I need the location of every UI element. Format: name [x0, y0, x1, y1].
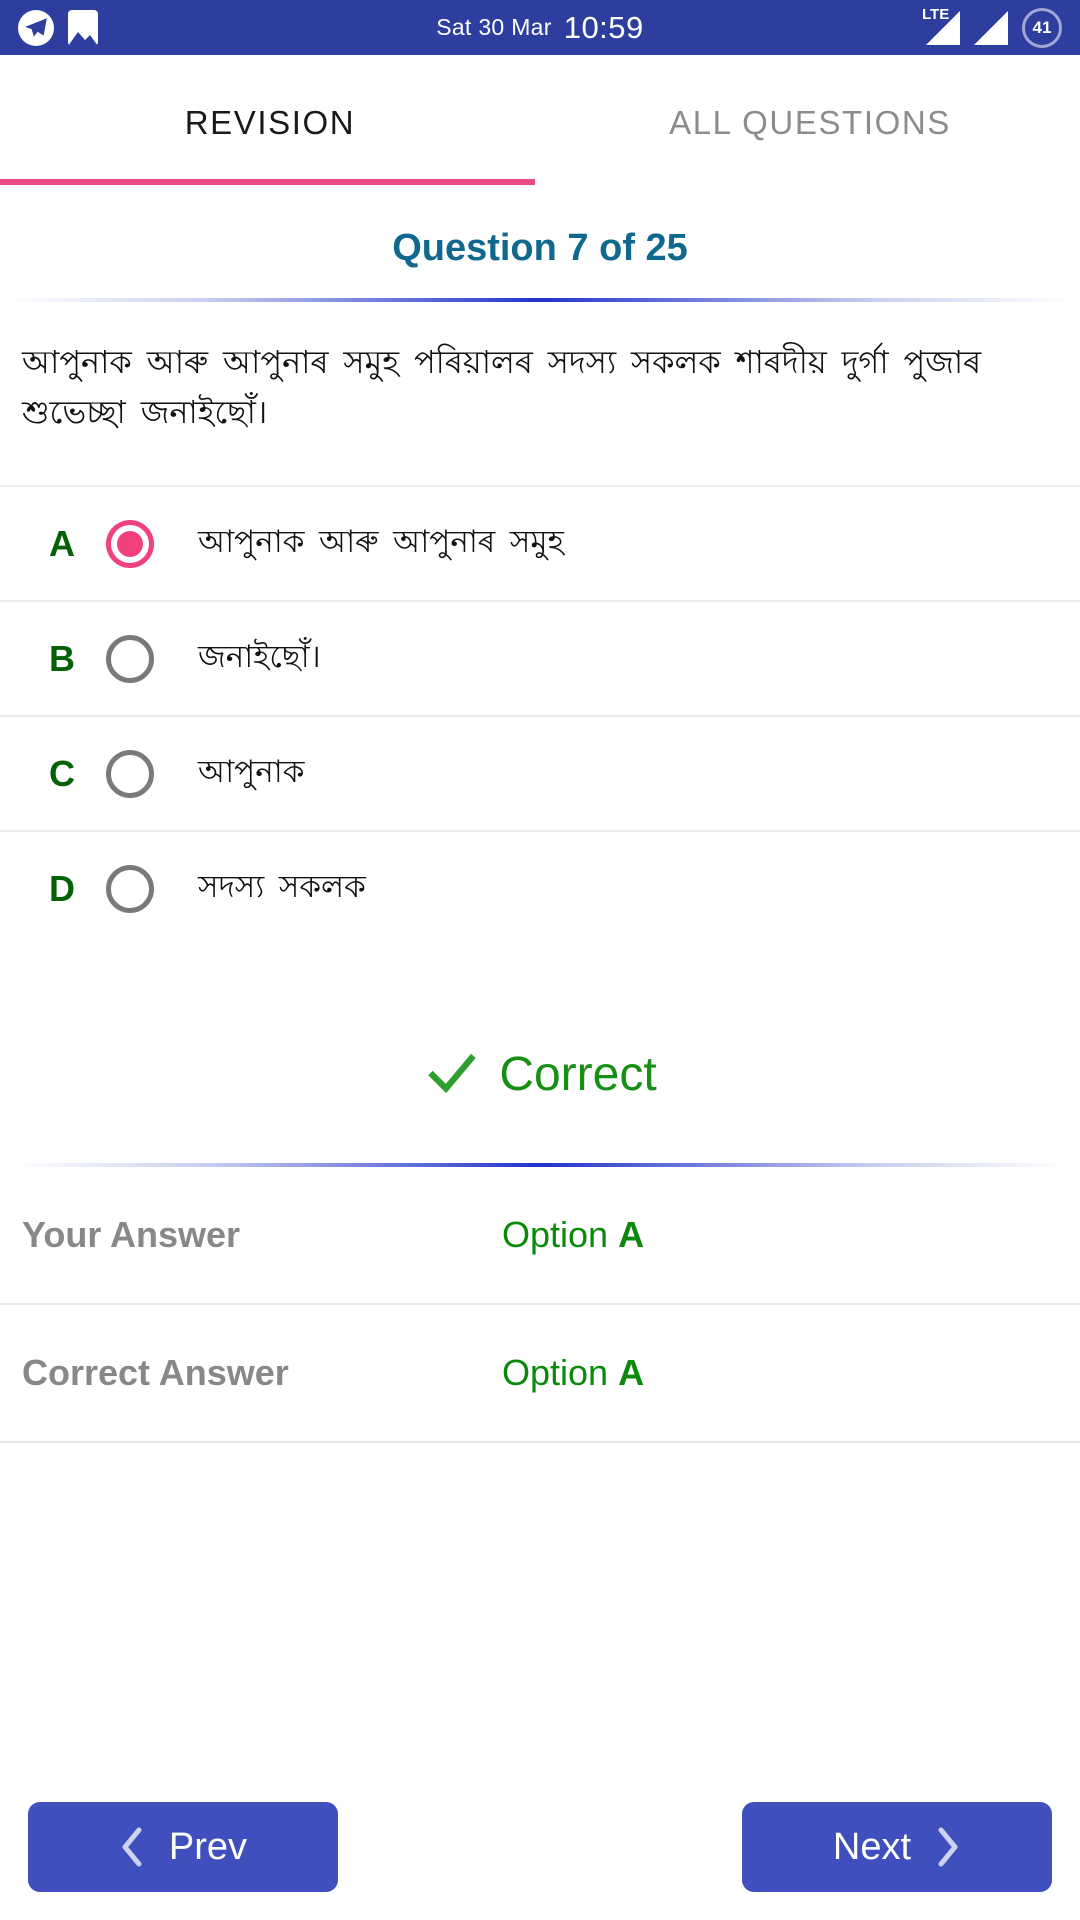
question-text: আপুনাক আৰু আপুনাৰ সমুহ পৰিয়ালৰ সদস্য সক…: [22, 344, 982, 430]
option-letter-d: D: [49, 867, 75, 909]
status-bar-system-icons: LTE 41: [922, 7, 1062, 48]
correct-answer-value: Option A: [502, 1352, 644, 1394]
photo-icon: [68, 9, 98, 46]
battery-icon: 41: [1022, 7, 1062, 48]
tab-active-indicator: [0, 179, 535, 185]
your-answer-letter: A: [618, 1214, 645, 1256]
option-row-a[interactable]: A আপুনাক আৰু আপুনাৰ সমুহ: [0, 485, 1080, 600]
option-row-b[interactable]: B জনাইছোঁ।: [0, 600, 1080, 715]
option-letter-c: C: [49, 752, 75, 794]
navigation-bar: Prev Next: [0, 1802, 1080, 1892]
your-answer-value: Option A: [502, 1214, 644, 1256]
option-letter-a: A: [49, 522, 75, 564]
radio-button-d[interactable]: [106, 864, 154, 913]
option-letter-b: B: [49, 637, 75, 679]
your-answer-prefix: Option: [502, 1214, 619, 1256]
correct-answer-letter: A: [618, 1352, 645, 1394]
signal-bars-secondary-icon: [974, 10, 1008, 45]
option-row-d[interactable]: D সদস্য সকলক: [0, 830, 1080, 945]
result-banner: Correct: [0, 945, 1080, 1163]
correct-answer-prefix: Option: [502, 1352, 619, 1394]
option-text-d: সদস্য সকলক: [198, 868, 366, 904]
result-label: Correct: [499, 1047, 657, 1101]
tab-revision[interactable]: REVISION: [0, 55, 540, 185]
radio-button-a[interactable]: [106, 519, 154, 568]
chevron-left-icon: [119, 1827, 145, 1867]
your-answer-label: Your Answer: [22, 1214, 241, 1256]
prev-button-label: Prev: [168, 1825, 248, 1868]
lte-signal-icon: LTE: [922, 7, 960, 45]
status-bar-notification-icons: [18, 9, 98, 46]
correct-answer-row: Correct Answer Option A: [0, 1305, 1080, 1444]
tab-all-questions-label: ALL QUESTIONS: [669, 104, 951, 141]
radio-button-c[interactable]: [106, 749, 154, 798]
telegram-icon: [18, 9, 54, 46]
option-text-c: আপুনাক: [198, 753, 305, 789]
status-bar-time: 10:59: [563, 9, 644, 45]
check-icon: [423, 1045, 481, 1103]
option-text-a: আপুনাক আৰু আপুনাৰ সমুহ: [198, 523, 564, 559]
option-text-b: জনাইছোঁ।: [198, 638, 321, 674]
your-answer-row: Your Answer Option A: [0, 1167, 1080, 1306]
status-bar: Sat 30 Mar 10:59 LTE 41: [0, 0, 1080, 55]
radio-button-b[interactable]: [106, 634, 154, 683]
option-row-c[interactable]: C আপুনাক: [0, 715, 1080, 830]
status-bar-date: Sat 30 Mar: [436, 14, 552, 40]
status-bar-clock: Sat 30 Mar 10:59: [0, 0, 1080, 55]
chevron-right-icon: [935, 1827, 961, 1867]
battery-level: 41: [1032, 17, 1052, 37]
quiz-screen: Sat 30 Mar 10:59 LTE 41 REVISION ALL QUE…: [0, 0, 1080, 1920]
correct-answer-label: Correct Answer: [22, 1352, 289, 1394]
prev-button[interactable]: Prev: [28, 1802, 338, 1892]
next-button-label: Next: [832, 1825, 912, 1868]
lte-label: LTE: [922, 5, 950, 23]
tab-revision-label: REVISION: [184, 104, 356, 141]
next-button[interactable]: Next: [742, 1802, 1052, 1892]
options-list: A আপুনাক আৰু আপুনাৰ সমুহ B জনাইছোঁ। C আপ…: [0, 485, 1080, 945]
question-counter: Question 7 of 25: [392, 227, 688, 269]
tab-bar: REVISION ALL QUESTIONS: [0, 55, 1080, 185]
tab-all-questions[interactable]: ALL QUESTIONS: [540, 55, 1080, 185]
